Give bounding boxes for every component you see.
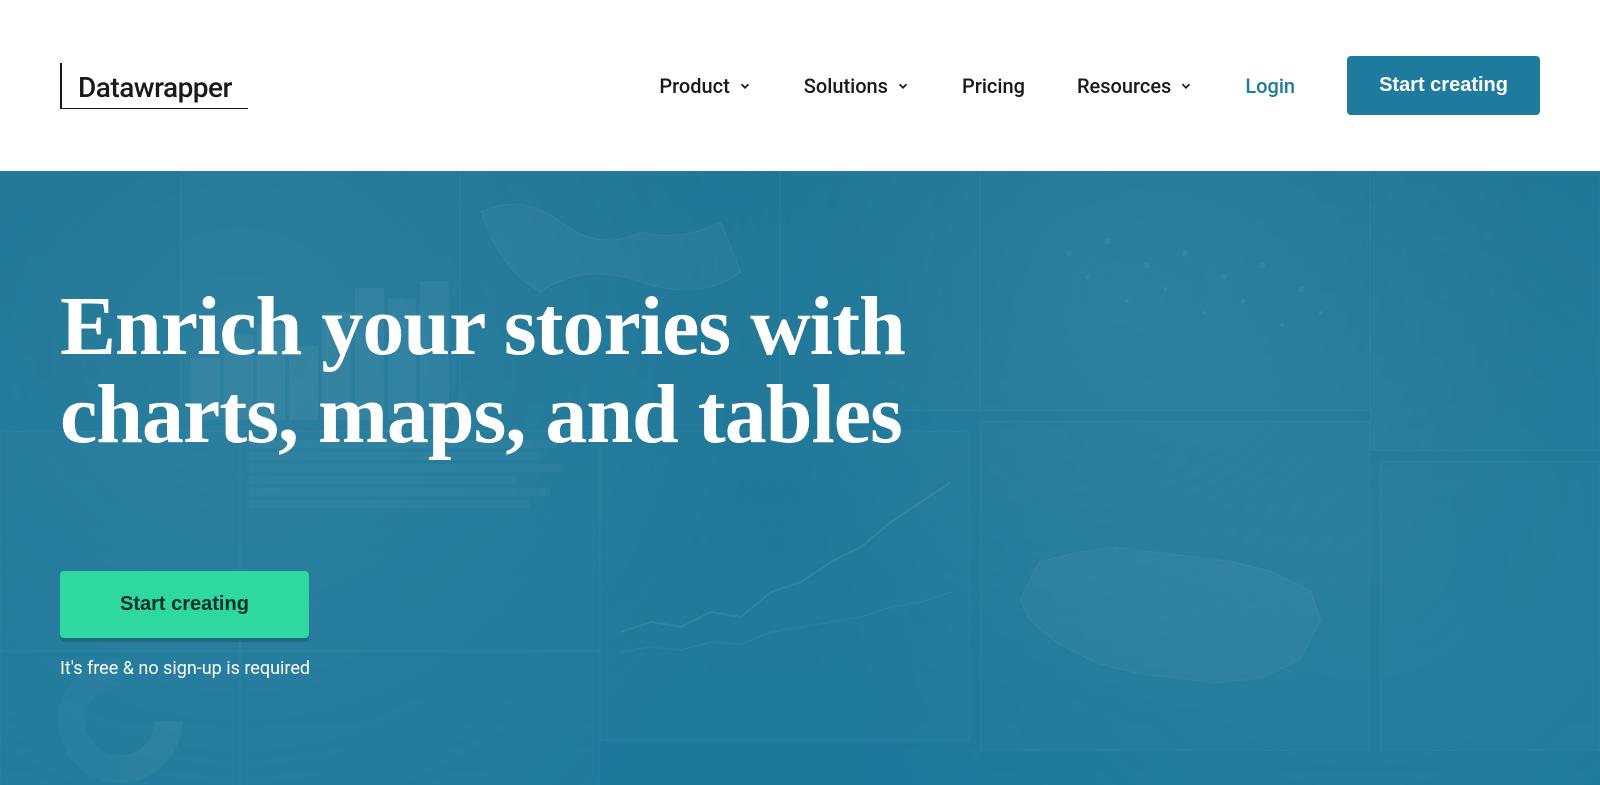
- nav-resources[interactable]: Resources: [1077, 74, 1193, 98]
- site-header: Datawrapper Product Solutions Pricing Re…: [0, 0, 1600, 171]
- login-label: Login: [1245, 74, 1295, 98]
- brand-name: Datawrapper: [78, 71, 232, 104]
- chevron-down-icon: [1179, 79, 1193, 93]
- nav-label: Solutions: [804, 74, 888, 98]
- nav-login[interactable]: Login: [1245, 74, 1295, 98]
- nav-label: Pricing: [962, 74, 1025, 98]
- header-cta-button[interactable]: Start creating: [1347, 56, 1540, 115]
- hero-section: Enrich your stories with charts, maps, a…: [0, 171, 1600, 785]
- nav-label: Resources: [1077, 74, 1171, 98]
- chevron-down-icon: [896, 79, 910, 93]
- hero-content: Enrich your stories with charts, maps, a…: [0, 171, 1600, 679]
- hero-subtext: It's free & no sign-up is required: [60, 658, 1600, 679]
- hero-cta-button[interactable]: Start creating: [60, 571, 309, 638]
- brand-logo[interactable]: Datawrapper: [60, 63, 248, 109]
- hero-heading: Enrich your stories with charts, maps, a…: [60, 283, 960, 459]
- nav-label: Product: [659, 74, 729, 98]
- nav-product[interactable]: Product: [659, 74, 751, 98]
- main-nav: Product Solutions Pricing Resources Logi…: [659, 56, 1540, 115]
- nav-solutions[interactable]: Solutions: [804, 74, 910, 98]
- chevron-down-icon: [738, 79, 752, 93]
- nav-pricing[interactable]: Pricing: [962, 74, 1025, 98]
